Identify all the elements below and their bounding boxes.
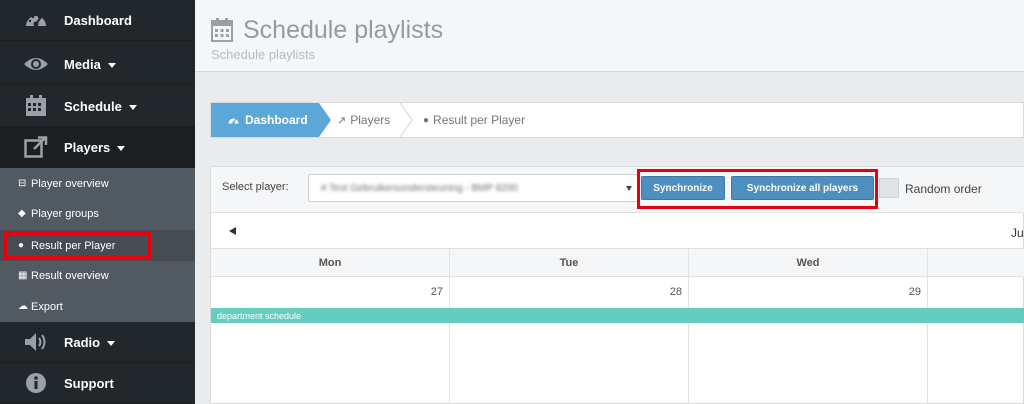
- caret-down-icon: [117, 145, 126, 151]
- sidebar-item-text: Radio: [64, 334, 101, 350]
- random-order-label: Random order: [905, 182, 982, 196]
- calendar-icon: [22, 92, 50, 120]
- submenu-item-label: Player overview: [31, 177, 109, 190]
- day-header-mon: Mon: [211, 249, 450, 277]
- prev-arrow-icon[interactable]: [229, 227, 236, 235]
- submenu-item-label: Result overview: [31, 269, 109, 282]
- calendar-title: Ju: [1011, 226, 1024, 240]
- sidebar-item-radio[interactable]: Radio: [0, 322, 195, 363]
- eye-icon: [22, 50, 50, 78]
- sidebar-item-label: Media: [64, 57, 116, 72]
- globe-icon: ●: [423, 114, 430, 126]
- breadcrumb-label: Dashboard: [245, 113, 308, 127]
- breadcrumb-players[interactable]: ↗ Players: [337, 103, 390, 137]
- day-cell[interactable]: [928, 277, 1024, 404]
- breadcrumb-arrow: [319, 103, 331, 137]
- day-cell[interactable]: 27: [211, 277, 450, 404]
- main-content: Schedule playlists Schedule playlists Da…: [195, 0, 1024, 404]
- toolbar: Select player: # Test Gebruikersonderste…: [211, 167, 1024, 213]
- cloud-upload-icon: ☁: [18, 301, 28, 312]
- calendar-icon: [211, 18, 233, 47]
- day-header-wed: Wed: [689, 249, 928, 277]
- sidebar-item-label: Players: [64, 139, 126, 155]
- chevron-down-icon: [626, 186, 632, 191]
- sidebar-item-media[interactable]: Media: [0, 44, 195, 85]
- dashboard-icon: [22, 6, 50, 34]
- sidebar-item-support[interactable]: Support: [0, 363, 195, 404]
- dashboard-icon: [227, 115, 240, 126]
- breadcrumb-dashboard[interactable]: Dashboard: [211, 103, 319, 137]
- day-header-thu: [928, 249, 1024, 277]
- day-header-tue: Tue: [450, 249, 689, 277]
- day-cell[interactable]: 29: [689, 277, 928, 404]
- info-icon: [22, 369, 50, 397]
- submenu-item-export[interactable]: ☁ Export: [0, 291, 195, 322]
- calendar-nav: Ju: [211, 213, 1024, 249]
- submenu-item-player-groups[interactable]: ◆ Player groups: [0, 198, 195, 229]
- sidebar-item-text: Schedule: [64, 98, 122, 114]
- drive-icon: ⊟: [18, 178, 27, 189]
- breadcrumb-label: Result per Player: [433, 113, 526, 127]
- caret-down-icon: [128, 104, 137, 110]
- day-cell[interactable]: 28: [450, 277, 689, 404]
- submenu-item-label: Export: [31, 300, 63, 313]
- day-number: 29: [908, 286, 921, 298]
- breadcrumb-current: ● Result per Player: [423, 103, 525, 137]
- sidebar-item-label: Schedule: [64, 99, 137, 114]
- breadcrumb: Dashboard ↗ Players ● Result per Player: [210, 102, 1024, 138]
- external-link-icon: ↗: [337, 114, 347, 127]
- table-icon: ▦: [18, 270, 28, 281]
- sidebar-item-label: Dashboard: [64, 12, 132, 28]
- submenu-item-label: Player groups: [31, 207, 99, 220]
- sidebar-item-dashboard[interactable]: Dashboard: [0, 0, 195, 41]
- sidebar-item-players[interactable]: Players: [0, 127, 195, 168]
- sidebar: Dashboard Media Schedule Players ⊟ Playe…: [0, 0, 195, 404]
- submenu-item-player-overview[interactable]: ⊟ Player overview: [0, 168, 195, 199]
- volume-icon: [22, 328, 50, 356]
- schedule-panel: Select player: # Test Gebruikersonderste…: [210, 166, 1024, 404]
- breadcrumb-label: Players: [350, 113, 391, 127]
- highlight-box: [637, 169, 878, 209]
- sidebar-item-text: Media: [64, 56, 101, 72]
- page-subtitle: Schedule playlists: [211, 47, 316, 62]
- sidebar-item-label: Radio: [64, 334, 116, 350]
- external-link-icon: [22, 133, 50, 161]
- player-select-value: # Test Gebruikersondersteuning - BMP 820…: [321, 182, 518, 194]
- sidebar-item-schedule[interactable]: Schedule: [0, 86, 195, 127]
- page-header: Schedule playlists Schedule playlists: [195, 0, 1024, 72]
- submenu-item-result-overview[interactable]: ▦ Result overview: [0, 260, 195, 291]
- day-number: 28: [669, 286, 682, 298]
- select-player-label: Select player:: [222, 181, 289, 193]
- player-select[interactable]: # Test Gebruikersondersteuning - BMP 820…: [308, 174, 638, 202]
- highlight-box: [4, 232, 151, 259]
- breadcrumb-separator: [399, 103, 413, 137]
- calendar-event[interactable]: department schedule: [211, 308, 1024, 323]
- day-number: 27: [430, 286, 443, 298]
- caret-down-icon: [107, 62, 116, 68]
- tags-icon: ◆: [18, 208, 26, 219]
- sidebar-item-text: Players: [64, 139, 111, 155]
- sidebar-item-label: Support: [64, 375, 114, 391]
- caret-down-icon: [107, 340, 116, 346]
- random-order-checkbox[interactable]: [879, 178, 899, 198]
- page-title: Schedule playlists: [243, 16, 444, 44]
